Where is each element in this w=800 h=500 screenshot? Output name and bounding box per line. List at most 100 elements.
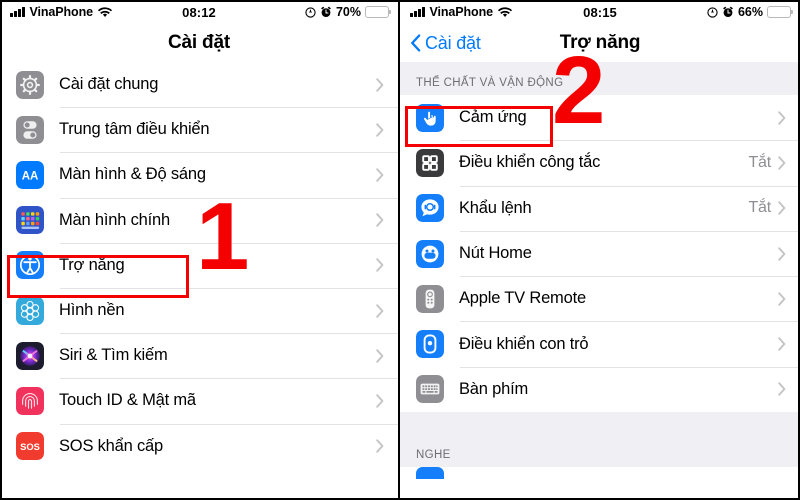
list-item-partial[interactable] (400, 467, 800, 480)
list-item-label: Cài đặt chung (59, 75, 159, 94)
voice-control-icon (416, 194, 444, 223)
accessibility-icon (16, 251, 44, 280)
section-header-physical-motor: THỂ CHẤT VÀ VẬN ĐỘNG (400, 62, 800, 95)
list-item-value: Tắt (748, 153, 771, 171)
switch-control-icon (416, 148, 444, 177)
disclosure-indicator (778, 382, 800, 397)
list-item-b-n-ph-m[interactable]: Bàn phím (400, 366, 800, 413)
status-bar-right: 70% (305, 5, 391, 19)
siri-icon (16, 341, 44, 370)
status-bar-right: 66% (707, 5, 793, 19)
left-phone-screen: VinaPhone 08:12 70% Cài đặt Cài đặt chun… (0, 0, 400, 500)
touch-hand-icon (416, 103, 444, 132)
list-item-i-u-khi-n-con-tr[interactable]: Điều khiển con trỏ (400, 321, 800, 367)
svg-text:AA: AA (22, 171, 39, 183)
chevron-right-icon (778, 110, 786, 125)
chevron-right-icon (778, 382, 786, 397)
list-item-i-u-khi-n-c-ng-t-c[interactable]: Điều khiển công tắc Tắt (400, 140, 800, 186)
display-brightness-icon: AA (16, 160, 44, 189)
battery-icon (767, 6, 793, 18)
back-button-label: Cài đặt (425, 32, 481, 53)
list-item-label: Trung tâm điều khiển (59, 120, 210, 139)
disclosure-indicator (778, 246, 800, 261)
list-item-label: Điều khiển con trỏ (459, 334, 589, 353)
home-button-icon (416, 239, 444, 268)
list-item-c-i-t-chung[interactable]: Cài đặt chung (0, 62, 398, 108)
list-item-label: Bàn phím (459, 379, 529, 398)
disclosure-indicator (376, 168, 398, 182)
battery-percent-label: 66% (737, 5, 763, 19)
battery-percent-label: 70% (335, 5, 361, 19)
apple-tv-remote-icon (416, 284, 444, 313)
chevron-right-icon (778, 292, 786, 306)
section-header-hearing: NGHE (400, 412, 800, 468)
right-status-bar: VinaPhone 08:15 66% (400, 0, 800, 24)
control-center-icon (16, 115, 44, 144)
list-item-touch-id-m-t-m[interactable]: Touch ID & Mật mã (0, 378, 398, 424)
list-item-label: Touch ID & Mật mã (59, 391, 196, 410)
list-item-sos-kh-n-c-p[interactable]: SOS SOS khẩn cấp (0, 423, 398, 469)
back-button[interactable]: Cài đặt (410, 33, 481, 54)
list-item-value: Tắt (748, 199, 771, 217)
chevron-right-icon (778, 246, 786, 261)
section-header-label: NGHE (400, 412, 800, 468)
alarm-clock-icon (723, 6, 733, 17)
list-item-label: Điều khiển công tắc (459, 153, 601, 172)
wallpaper-icon (16, 296, 44, 325)
alarm-clock-icon (321, 6, 331, 17)
settings-list[interactable]: Cài đặt chung Trung tâm điều khiển AA Màn… (0, 62, 398, 469)
disclosure-indicator (778, 156, 800, 170)
disclosure-indicator (376, 77, 398, 92)
disclosure-indicator (376, 258, 398, 273)
disclosure-indicator (778, 337, 800, 351)
list-item-label: Khẩu lệnh (459, 198, 532, 217)
list-item-apple-tv-remote[interactable]: Apple TV Remote (400, 276, 800, 322)
disclosure-indicator (376, 394, 398, 408)
right-phone-screen: VinaPhone 08:15 66% Cài đặt Trợ năng THỂ… (400, 0, 800, 500)
disclosure-indicator (376, 123, 398, 137)
list-item-c-m-ng[interactable]: Cảm ứng (400, 95, 800, 141)
right-nav-bar: Cài đặt Trợ năng (400, 24, 800, 62)
chevron-right-icon (376, 303, 384, 318)
list-item-m-n-h-nh-s-ng[interactable]: AA Màn hình & Độ sáng (0, 152, 398, 198)
hearing-devices-icon (416, 467, 444, 480)
list-item-label: Hình nền (59, 301, 125, 320)
left-nav-bar: Cài đặt (0, 24, 398, 62)
list-item-trung-t-m-i-u-khi-n[interactable]: Trung tâm điều khiển (0, 107, 398, 153)
list-item-h-nh-n-n[interactable]: Hình nền (0, 287, 398, 334)
accessibility-list[interactable]: Cảm ứng Điều khiển công tắc Tắt Khẩu lệnh… (400, 95, 800, 413)
sos-icon: SOS (16, 432, 44, 461)
chevron-right-icon (376, 213, 384, 227)
chevron-right-icon (376, 77, 384, 92)
chevron-right-icon (376, 439, 384, 453)
list-item-label: Apple TV Remote (459, 289, 586, 308)
list-item-n-t-home[interactable]: Nút Home (400, 230, 800, 277)
list-item-label: Siri & Tìm kiếm (59, 346, 168, 365)
left-status-bar: VinaPhone 08:12 70% (0, 0, 398, 24)
list-item-label: Trợ năng (59, 255, 125, 274)
chevron-right-icon (778, 201, 786, 215)
location-services-icon (305, 6, 316, 18)
keyboard-icon (416, 375, 444, 404)
disclosure-indicator (376, 439, 398, 453)
chevron-right-icon (376, 394, 384, 408)
chevron-left-icon (411, 34, 421, 52)
list-item-m-n-h-nh-ch-nh[interactable]: Màn hình chính (0, 197, 398, 243)
comparison-screenshot: VinaPhone 08:12 70% Cài đặt Cài đặt chun… (0, 0, 800, 500)
list-item-siri-t-m-ki-m[interactable]: Siri & Tìm kiếm (0, 333, 398, 379)
chevron-right-icon (778, 156, 786, 170)
list-item-tr-n-ng[interactable]: Trợ năng (0, 242, 398, 288)
touch-id-icon (16, 386, 44, 415)
list-item-kh-u-l-nh[interactable]: Khẩu lệnh Tắt (400, 185, 800, 231)
chevron-right-icon (778, 337, 786, 351)
disclosure-indicator (778, 201, 800, 215)
list-item-label: Nút Home (459, 244, 532, 263)
list-item-label: SOS khẩn cấp (59, 436, 163, 455)
list-item-label: Màn hình & Độ sáng (59, 165, 206, 184)
chevron-right-icon (376, 348, 384, 363)
svg-text:SOS: SOS (20, 441, 40, 452)
chevron-right-icon (376, 123, 384, 137)
section-header-label: THỂ CHẤT VÀ VẬN ĐỘNG (400, 62, 800, 95)
disclosure-indicator (376, 303, 398, 318)
chevron-right-icon (376, 168, 384, 182)
